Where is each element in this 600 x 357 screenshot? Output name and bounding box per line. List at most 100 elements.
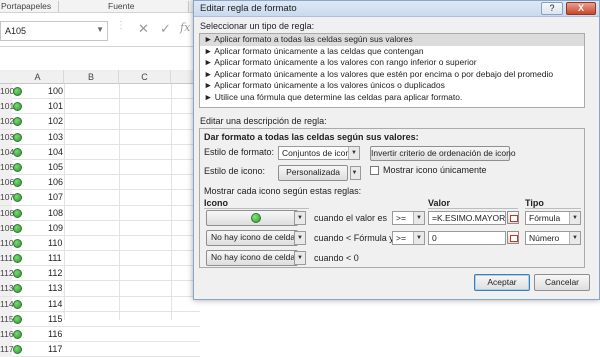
rule-type-item[interactable]: ► Aplicar formato a todas las celdas seg… <box>200 34 584 46</box>
rule-type-item[interactable]: ► Aplicar formato únicamente a los valor… <box>200 57 584 69</box>
cell-value[interactable]: 115 <box>48 314 62 324</box>
sheet-row[interactable]: 113 113 <box>0 281 200 297</box>
icon-3-select[interactable]: No hay icono de celda <box>206 250 298 266</box>
sheet-row[interactable]: 100 100 <box>0 84 200 100</box>
insert-function-icon[interactable]: fx <box>180 21 190 34</box>
rule-type-item[interactable]: ► Aplicar formato únicamente a los valor… <box>200 69 584 81</box>
cell-value[interactable]: 101 <box>48 101 63 111</box>
rule-1-value-input[interactable]: =K.ESIMO.MAYOR($A <box>428 211 506 225</box>
cell-value[interactable]: 112 <box>48 268 62 278</box>
sheet-row[interactable]: 115 115 <box>0 311 200 327</box>
sheet-row[interactable]: 106 106 <box>0 175 200 191</box>
icon-1-dropdown[interactable]: ▼ <box>294 211 306 225</box>
sheet-row[interactable]: 102 102 <box>0 114 200 130</box>
row-number[interactable]: 113 <box>0 281 14 297</box>
sheet-row[interactable]: 104 104 <box>0 144 200 160</box>
row-number[interactable]: 100 <box>0 84 14 99</box>
sheet-row[interactable]: 116 116 <box>0 327 200 343</box>
row-number[interactable]: 101 <box>0 99 14 115</box>
rule-2-operator-select[interactable]: >= ▼ <box>392 231 425 245</box>
icon-style-select[interactable]: Personalizada <box>278 165 348 181</box>
row-number[interactable]: 112 <box>0 266 14 282</box>
rule-1-operator-select[interactable]: >= ▼ <box>392 211 425 225</box>
show-icon-only-checkbox[interactable] <box>370 166 379 175</box>
column-header-b[interactable]: B <box>64 70 119 84</box>
sheet-row[interactable]: 117 117 <box>0 342 200 357</box>
row-number[interactable]: 105 <box>0 159 14 175</box>
row-number[interactable]: 117 <box>0 342 14 357</box>
column-header-a[interactable]: A <box>12 70 64 84</box>
cell-value[interactable]: 114 <box>48 299 62 309</box>
enter-formula-icon[interactable]: ✓ <box>160 21 171 37</box>
sheet-row[interactable]: 108 108 <box>0 205 200 221</box>
reverse-icon-order-button[interactable]: Invertir criterio de ordenación de icono <box>370 146 516 161</box>
chevron-down-icon[interactable]: ▼ <box>569 232 580 244</box>
name-box[interactable]: A105 ▼ <box>0 21 108 41</box>
cancel-button[interactable]: Cancelar <box>534 274 590 291</box>
accept-button[interactable]: Aceptar <box>474 274 530 291</box>
icon-1-select[interactable] <box>206 210 298 226</box>
row-number[interactable]: 107 <box>0 190 14 206</box>
sheet-row[interactable]: 101 101 <box>0 99 200 115</box>
cell-value[interactable]: 103 <box>48 132 63 142</box>
row-number[interactable]: 111 <box>0 251 13 267</box>
chevron-down-icon[interactable]: ▼ <box>569 212 580 224</box>
rule-type-item[interactable]: ► Aplicar formato únicamente a las celda… <box>200 46 584 58</box>
chevron-down-icon[interactable]: ▼ <box>295 212 305 224</box>
cell-value[interactable]: 104 <box>48 147 63 157</box>
cell-value[interactable]: 102 <box>48 116 63 126</box>
chevron-down-icon[interactable]: ▼ <box>295 232 305 244</box>
cell-value[interactable]: 116 <box>48 329 62 339</box>
rule-2-value-input[interactable]: 0 <box>428 231 506 245</box>
cell-value[interactable]: 111 <box>48 253 62 263</box>
cell-value[interactable]: 108 <box>48 208 63 218</box>
row-number[interactable]: 115 <box>0 311 14 327</box>
row-number[interactable]: 103 <box>0 129 14 145</box>
chevron-down-icon[interactable]: ▼ <box>413 232 424 244</box>
cell-value[interactable]: 107 <box>48 192 63 202</box>
cell-value[interactable]: 110 <box>48 238 62 248</box>
column-header-c[interactable]: C <box>119 70 171 84</box>
cell-value[interactable]: 113 <box>48 283 62 293</box>
cell-value[interactable]: 109 <box>48 223 63 233</box>
row-number[interactable]: 114 <box>0 296 14 312</box>
icon-style-dropdown[interactable]: ▼ <box>350 166 361 180</box>
row-number[interactable]: 110 <box>0 235 14 251</box>
chevron-down-icon[interactable]: ▼ <box>348 147 359 159</box>
cell-value[interactable]: 100 <box>48 86 63 96</box>
chevron-down-icon[interactable]: ▼ <box>295 252 305 264</box>
rule-type-item[interactable]: ► Utilice una fórmula que determine las … <box>200 92 584 104</box>
cell-value[interactable]: 117 <box>48 344 62 354</box>
help-button[interactable]: ? <box>541 2 563 15</box>
chevron-down-icon[interactable]: ▼ <box>96 25 104 34</box>
row-number[interactable]: 116 <box>0 327 14 342</box>
sheet-row[interactable]: 114 114 <box>0 296 200 312</box>
row-number[interactable]: 104 <box>0 144 14 160</box>
sheet-row[interactable]: 109 109 <box>0 220 200 236</box>
row-number[interactable]: 109 <box>0 220 14 236</box>
cell-value[interactable]: 105 <box>48 162 63 172</box>
format-style-select[interactable]: Conjuntos de iconos ▼ <box>278 146 360 160</box>
cancel-formula-icon[interactable]: ✕ <box>138 21 149 37</box>
cell-value[interactable]: 106 <box>48 177 63 187</box>
sheet-row[interactable]: 105 105 <box>0 159 200 176</box>
icon-3-dropdown[interactable]: ▼ <box>294 251 306 265</box>
row-number[interactable]: 106 <box>0 175 14 191</box>
close-button[interactable]: X <box>566 2 596 15</box>
chevron-down-icon[interactable]: ▼ <box>413 212 424 224</box>
row-number[interactable]: 102 <box>0 114 14 130</box>
rule-type-list[interactable]: ► Aplicar formato a todas las celdas seg… <box>199 33 585 108</box>
rule-1-type-select[interactable]: Fórmula ▼ <box>525 211 581 225</box>
rule-2-type-select[interactable]: Número ▼ <box>525 231 581 245</box>
sheet-row[interactable]: 112 112 <box>0 266 200 282</box>
icon-2-dropdown[interactable]: ▼ <box>294 231 306 245</box>
sheet-row[interactable]: 111 111 <box>0 251 200 267</box>
rule-type-item[interactable]: ► Aplicar formato únicamente a los valor… <box>200 80 584 92</box>
sheet-row[interactable]: 103 103 <box>0 129 200 145</box>
collapse-dialog-icon[interactable] <box>507 211 519 224</box>
dialog-titlebar[interactable]: Editar regla de formato ? X <box>194 1 599 17</box>
chevron-down-icon[interactable]: ▼ <box>351 167 360 179</box>
collapse-dialog-icon[interactable] <box>507 231 519 244</box>
sheet-row[interactable]: 107 107 <box>0 190 200 206</box>
row-number[interactable]: 108 <box>0 205 14 221</box>
